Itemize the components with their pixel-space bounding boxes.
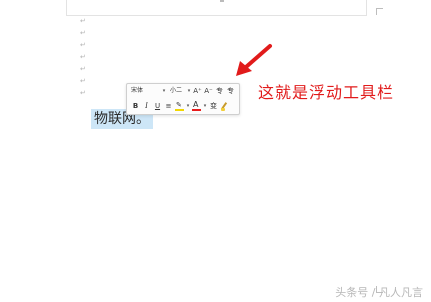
phonetic-guide-icon[interactable]: 变 [208,101,219,112]
format-painter-icon[interactable] [219,101,230,112]
brush-tip [221,107,225,111]
toolbar-row-font: 宋体 ▾ 小二 ▾ A⁺ A⁻ 专 专 [130,85,236,97]
annotation-label: 这就是浮动工具栏 [258,83,395,102]
paragraph-mark[interactable]: ↵ [80,15,90,27]
increase-indent-icon[interactable]: 专 [225,86,236,97]
page-top-boundary [66,15,366,16]
font-color-bar [192,108,201,111]
highlight-color-bar [175,108,184,111]
document-page: ↵ ↵ ↵ ↵ ↵ ↵ ↵ 物联网。 宋体 ▾ 小二 ▾ A⁺ A⁻ 专 专 B… [0,0,431,302]
toolbar-row-format: B I U ≡ ✎ ▾ A ▾ 变 [130,100,230,112]
paragraph-mark[interactable]: ↵ [80,51,90,63]
page-left-boundary [66,0,67,16]
font-color-letter: A [193,99,199,109]
page-right-boundary [366,0,367,16]
floating-toolbar: 宋体 ▾ 小二 ▾ A⁺ A⁻ 专 专 B I U ≡ ✎ ▾ A ▾ 变 [126,83,240,115]
highlighter-pen-icon: ✎ [176,100,182,109]
grow-font-icon[interactable]: A⁺ [192,86,203,97]
paragraph-mark[interactable]: ↵ [80,27,90,39]
paragraph-mark[interactable]: ↵ [80,87,90,99]
underline-button[interactable]: U [152,101,163,112]
italic-button[interactable]: I [141,101,152,112]
decrease-indent-icon[interactable]: 专 [214,86,225,97]
watermark: 头条号 / 凡人凡言 [335,286,423,299]
highlight-icon[interactable]: ✎ [174,101,185,112]
margin-corner-mark [376,8,383,15]
paragraph-mark[interactable]: ↵ [80,63,90,75]
paragraph-mark[interactable]: ↵ [80,39,90,51]
ruler-tick [220,0,224,2]
font-name-select[interactable]: 宋体 [130,86,161,96]
font-color-icon[interactable]: A [191,99,202,112]
paragraph-marks: ↵ ↵ ↵ ↵ ↵ ↵ ↵ [80,15,90,99]
annotation-arrow-icon [236,44,272,76]
paragraph-mark[interactable]: ↵ [80,75,90,87]
shrink-font-icon[interactable]: A⁻ [203,86,214,97]
font-size-select[interactable]: 小二 [167,86,186,96]
bold-button[interactable]: B [130,101,141,112]
align-icon[interactable]: ≡ [163,101,174,112]
